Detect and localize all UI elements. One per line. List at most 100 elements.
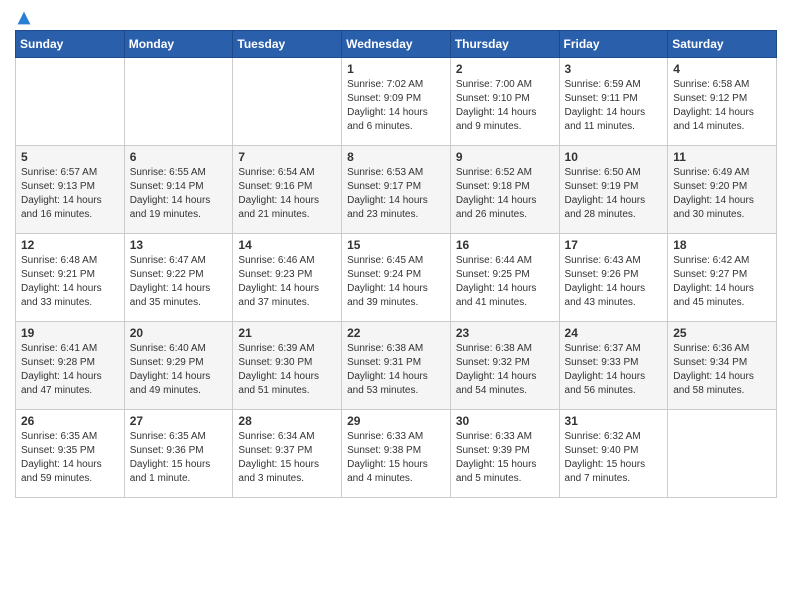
calendar-table: SundayMondayTuesdayWednesdayThursdayFrid… xyxy=(15,30,777,498)
day-number: 31 xyxy=(565,414,663,428)
cell-content: Sunrise: 6:43 AM Sunset: 9:26 PM Dayligh… xyxy=(565,254,663,310)
calendar-cell: 27 Sunrise: 6:35 AM Sunset: 9:36 PM Dayli… xyxy=(124,410,233,498)
calendar-cell: 4Sunrise: 6:58 AM Sunset: 9:12 PM Daylig… xyxy=(668,58,777,146)
cell-content: Sunrise: 6:34 AM Sunset: 9:37 PM Dayligh… xyxy=(238,430,336,486)
cell-content: Sunrise: 6:38 AM Sunset: 9:31 PM Dayligh… xyxy=(347,342,445,398)
cell-content: Sunrise: 6:47 AM Sunset: 9:22 PM Dayligh… xyxy=(130,254,228,310)
day-number: 8 xyxy=(347,150,445,164)
cell-content: Sunrise: 6:55 AM Sunset: 9:14 PM Dayligh… xyxy=(130,166,228,222)
day-number: 30 xyxy=(456,414,554,428)
calendar-cell: 11 Sunrise: 6:49 AM Sunset: 9:20 PM Dayli… xyxy=(668,146,777,234)
page-header xyxy=(15,10,777,22)
day-number: 12 xyxy=(21,238,119,252)
logo xyxy=(15,10,33,22)
day-number: 29 xyxy=(347,414,445,428)
calendar-week-row: 5 Sunrise: 6:57 AM Sunset: 9:13 PM Daylig… xyxy=(16,146,777,234)
calendar-week-row: 26Sunrise: 6:35 AM Sunset: 9:35 PM Dayli… xyxy=(16,410,777,498)
cell-content: Sunrise: 6:41 AM Sunset: 9:28 PM Dayligh… xyxy=(21,342,119,398)
logo-triangle-icon xyxy=(16,10,32,26)
calendar-cell: 9Sunrise: 6:52 AM Sunset: 9:18 PM Daylig… xyxy=(450,146,559,234)
day-number: 4 xyxy=(673,62,771,76)
day-number: 27 xyxy=(130,414,228,428)
calendar-body: 1 Sunrise: 7:02 AM Sunset: 9:09 PM Daylig… xyxy=(16,58,777,498)
day-number: 6 xyxy=(130,150,228,164)
day-number: 14 xyxy=(238,238,336,252)
calendar-cell: 20 Sunrise: 6:40 AM Sunset: 9:29 PM Dayli… xyxy=(124,322,233,410)
day-number: 15 xyxy=(347,238,445,252)
day-number: 7 xyxy=(238,150,336,164)
calendar-cell: 14 Sunrise: 6:46 AM Sunset: 9:23 PM Dayli… xyxy=(233,234,342,322)
cell-content: Sunrise: 6:46 AM Sunset: 9:23 PM Dayligh… xyxy=(238,254,336,310)
calendar-cell: 18Sunrise: 6:42 AM Sunset: 9:27 PM Dayli… xyxy=(668,234,777,322)
cell-content: Sunrise: 6:50 AM Sunset: 9:19 PM Dayligh… xyxy=(565,166,663,222)
cell-content: Sunrise: 6:33 AM Sunset: 9:39 PM Dayligh… xyxy=(456,430,554,486)
calendar-cell: 10 Sunrise: 6:50 AM Sunset: 9:19 PM Dayli… xyxy=(559,146,668,234)
calendar-cell: 30 Sunrise: 6:33 AM Sunset: 9:39 PM Dayli… xyxy=(450,410,559,498)
cell-content: Sunrise: 6:52 AM Sunset: 9:18 PM Dayligh… xyxy=(456,166,554,222)
day-number: 20 xyxy=(130,326,228,340)
calendar-cell: 19 Sunrise: 6:41 AM Sunset: 9:28 PM Dayli… xyxy=(16,322,125,410)
day-number: 16 xyxy=(456,238,554,252)
calendar-cell xyxy=(16,58,125,146)
day-number: 10 xyxy=(565,150,663,164)
cell-content: Sunrise: 6:40 AM Sunset: 9:29 PM Dayligh… xyxy=(130,342,228,398)
cell-content: Sunrise: 6:45 AM Sunset: 9:24 PM Dayligh… xyxy=(347,254,445,310)
cell-content: Sunrise: 6:57 AM Sunset: 9:13 PM Dayligh… xyxy=(21,166,119,222)
cell-content: Sunrise: 6:59 AM Sunset: 9:11 PM Dayligh… xyxy=(565,78,663,134)
cell-content: Sunrise: 6:35 AM Sunset: 9:36 PM Dayligh… xyxy=(130,430,228,486)
calendar-cell: 31 Sunrise: 6:32 AM Sunset: 9:40 PM Dayli… xyxy=(559,410,668,498)
day-number: 22 xyxy=(347,326,445,340)
cell-content: Sunrise: 6:35 AM Sunset: 9:35 PM Dayligh… xyxy=(21,430,119,486)
calendar-cell: 22 Sunrise: 6:38 AM Sunset: 9:31 PM Dayli… xyxy=(342,322,451,410)
day-number: 24 xyxy=(565,326,663,340)
calendar-cell: 12 Sunrise: 6:48 AM Sunset: 9:21 PM Dayli… xyxy=(16,234,125,322)
day-number: 18 xyxy=(673,238,771,252)
calendar-cell: 6 Sunrise: 6:55 AM Sunset: 9:14 PM Daylig… xyxy=(124,146,233,234)
calendar-cell: 15 Sunrise: 6:45 AM Sunset: 9:24 PM Dayli… xyxy=(342,234,451,322)
calendar-cell: 5 Sunrise: 6:57 AM Sunset: 9:13 PM Daylig… xyxy=(16,146,125,234)
calendar-cell: 25 Sunrise: 6:36 AM Sunset: 9:34 PM Dayli… xyxy=(668,322,777,410)
day-number: 25 xyxy=(673,326,771,340)
cell-content: Sunrise: 7:02 AM Sunset: 9:09 PM Dayligh… xyxy=(347,78,445,134)
calendar-cell xyxy=(124,58,233,146)
day-number: 1 xyxy=(347,62,445,76)
cell-content: Sunrise: 6:53 AM Sunset: 9:17 PM Dayligh… xyxy=(347,166,445,222)
calendar-cell xyxy=(668,410,777,498)
cell-content: Sunrise: 6:48 AM Sunset: 9:21 PM Dayligh… xyxy=(21,254,119,310)
weekday-header-monday: Monday xyxy=(124,31,233,58)
day-number: 13 xyxy=(130,238,228,252)
cell-content: Sunrise: 6:49 AM Sunset: 9:20 PM Dayligh… xyxy=(673,166,771,222)
day-number: 23 xyxy=(456,326,554,340)
calendar-header: SundayMondayTuesdayWednesdayThursdayFrid… xyxy=(16,31,777,58)
day-number: 3 xyxy=(565,62,663,76)
cell-content: Sunrise: 6:36 AM Sunset: 9:34 PM Dayligh… xyxy=(673,342,771,398)
cell-content: Sunrise: 6:32 AM Sunset: 9:40 PM Dayligh… xyxy=(565,430,663,486)
cell-content: Sunrise: 6:37 AM Sunset: 9:33 PM Dayligh… xyxy=(565,342,663,398)
calendar-cell: 17Sunrise: 6:43 AM Sunset: 9:26 PM Dayli… xyxy=(559,234,668,322)
calendar-cell: 28 Sunrise: 6:34 AM Sunset: 9:37 PM Dayli… xyxy=(233,410,342,498)
day-number: 5 xyxy=(21,150,119,164)
calendar-cell: 24 Sunrise: 6:37 AM Sunset: 9:33 PM Dayli… xyxy=(559,322,668,410)
cell-content: Sunrise: 7:00 AM Sunset: 9:10 PM Dayligh… xyxy=(456,78,554,134)
calendar-cell: 8 Sunrise: 6:53 AM Sunset: 9:17 PM Daylig… xyxy=(342,146,451,234)
weekday-header-row: SundayMondayTuesdayWednesdayThursdayFrid… xyxy=(16,31,777,58)
day-number: 28 xyxy=(238,414,336,428)
calendar-cell: 16 Sunrise: 6:44 AM Sunset: 9:25 PM Dayli… xyxy=(450,234,559,322)
calendar-week-row: 19 Sunrise: 6:41 AM Sunset: 9:28 PM Dayli… xyxy=(16,322,777,410)
day-number: 21 xyxy=(238,326,336,340)
calendar-cell: 3 Sunrise: 6:59 AM Sunset: 9:11 PM Daylig… xyxy=(559,58,668,146)
weekday-header-wednesday: Wednesday xyxy=(342,31,451,58)
cell-content: Sunrise: 6:38 AM Sunset: 9:32 PM Dayligh… xyxy=(456,342,554,398)
day-number: 19 xyxy=(21,326,119,340)
cell-content: Sunrise: 6:44 AM Sunset: 9:25 PM Dayligh… xyxy=(456,254,554,310)
cell-content: Sunrise: 6:33 AM Sunset: 9:38 PM Dayligh… xyxy=(347,430,445,486)
weekday-header-thursday: Thursday xyxy=(450,31,559,58)
calendar-cell: 23 Sunrise: 6:38 AM Sunset: 9:32 PM Dayli… xyxy=(450,322,559,410)
weekday-header-friday: Friday xyxy=(559,31,668,58)
cell-content: Sunrise: 6:39 AM Sunset: 9:30 PM Dayligh… xyxy=(238,342,336,398)
day-number: 11 xyxy=(673,150,771,164)
calendar-cell: 1 Sunrise: 7:02 AM Sunset: 9:09 PM Daylig… xyxy=(342,58,451,146)
calendar-cell: 2Sunrise: 7:00 AM Sunset: 9:10 PM Daylig… xyxy=(450,58,559,146)
calendar-cell: 29 Sunrise: 6:33 AM Sunset: 9:38 PM Dayli… xyxy=(342,410,451,498)
weekday-header-saturday: Saturday xyxy=(668,31,777,58)
